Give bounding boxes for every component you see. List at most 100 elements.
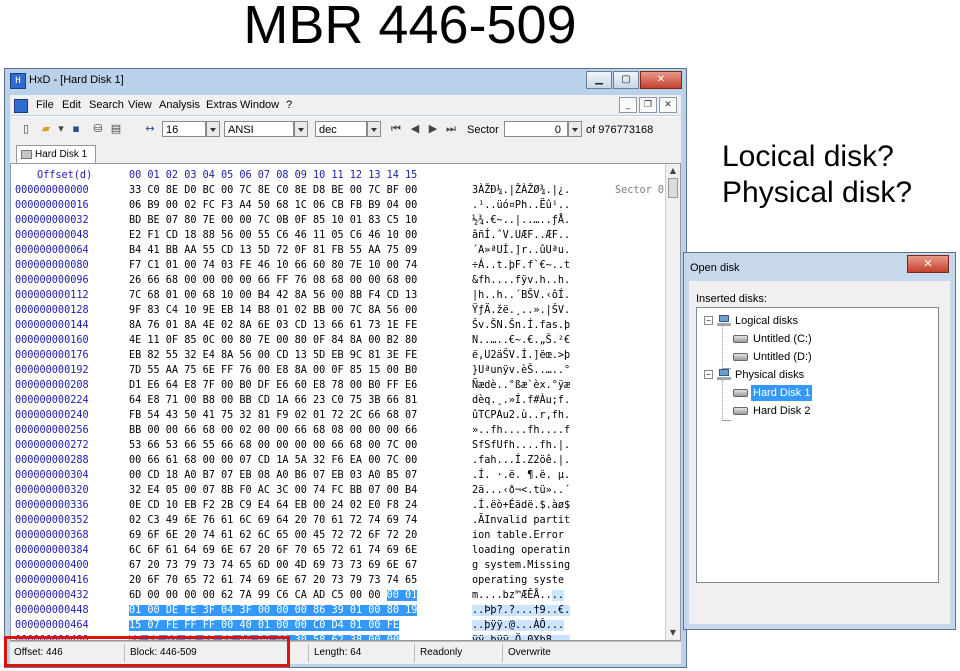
dialog-titlebar[interactable]: Open disk ✕ <box>684 253 955 281</box>
row-text[interactable]: &fh....fÿv.h..h. <box>472 273 570 288</box>
menu-search[interactable]: Search <box>89 99 124 111</box>
row-text[interactable]: SfSfUfh....fh.|. <box>472 438 570 453</box>
last-sector-icon[interactable]: ⏭ <box>443 121 459 137</box>
status-readonly[interactable]: Readonly <box>420 647 462 658</box>
document-icon[interactable] <box>14 99 28 113</box>
bytes-per-row-dropdown[interactable] <box>206 121 220 137</box>
mdi-minimize-button[interactable]: _ <box>619 97 637 113</box>
row-hex-bytes[interactable]: 01 00 DE FE 3F 04 3F 00 00 00 86 39 01 0… <box>129 603 461 618</box>
row-text[interactable]: .Í. ·.ë. ¶.ë. µ. <box>472 468 570 483</box>
row-text[interactable]: Ñædè..°ßæ`èx.°ÿæ <box>472 378 570 393</box>
row-text[interactable]: ion table.Error <box>472 528 564 543</box>
tab-hard-disk-1[interactable]: Hard Disk 1 <box>16 145 96 163</box>
row-text[interactable]: Šv.ŠN.Šn.Í.fas.þ <box>472 318 570 333</box>
row-hex-bytes[interactable]: 00 CD 18 A0 B7 07 EB 08 A0 B6 07 EB 03 A… <box>129 468 461 483</box>
row-text[interactable]: loading operatin <box>472 543 570 558</box>
row-hex-bytes[interactable]: 0E CD 10 EB F2 2B C9 E4 64 EB 00 24 02 E… <box>129 498 461 513</box>
menu-help[interactable]: ? <box>286 99 292 111</box>
next-sector-icon[interactable]: ▶ <box>425 121 441 137</box>
hex-editor[interactable]: Offset(d) 00 01 02 03 04 05 06 07 08 09 … <box>10 163 681 641</box>
row-hex-bytes[interactable]: 9F 83 C4 10 9E EB 14 B8 01 02 BB 00 7C 8… <box>129 303 461 318</box>
scroll-down-icon[interactable]: ▼ <box>666 626 680 640</box>
collapse-icon[interactable]: − <box>704 370 713 379</box>
save-icon[interactable]: ▪ <box>68 121 84 137</box>
sector-field[interactable]: 0 <box>504 121 568 137</box>
scroll-up-icon[interactable]: ▲ <box>666 164 680 178</box>
menu-analysis[interactable]: Analysis <box>159 99 200 111</box>
row-text[interactable]: .fah...Í.Z2öê.|. <box>472 453 570 468</box>
row-text[interactable]: »..fh....fh....f <box>472 423 570 438</box>
close-button[interactable]: ✕ <box>640 71 682 89</box>
row-text[interactable]: ´A»ªUÍ.]r..ûUªu. <box>472 243 570 258</box>
row-hex-bytes[interactable]: 64 E8 71 00 B8 00 BB CD 1A 66 23 C0 75 3… <box>129 393 461 408</box>
menu-extras[interactable]: Extras <box>206 99 237 111</box>
row-text[interactable]: ..þÿÿ.@...ÀÔ... <box>472 618 565 633</box>
mdi-restore-button[interactable]: ❐ <box>639 97 657 113</box>
dialog-close-button[interactable]: ✕ <box>907 255 949 273</box>
row-hex-bytes[interactable]: 69 6F 6E 20 74 61 62 6C 65 00 45 72 72 6… <box>129 528 461 543</box>
row-hex-bytes[interactable]: 26 66 68 00 00 00 00 66 FF 76 08 68 00 0… <box>129 273 461 288</box>
row-text[interactable]: g system.Missing <box>472 558 570 573</box>
row-hex-bytes[interactable]: D1 E6 64 E8 7F 00 B0 DF E6 60 E8 78 00 B… <box>129 378 461 393</box>
row-hex-bytes[interactable]: 32 E4 05 00 07 8B F0 AC 3C 00 74 FC BB 0… <box>129 483 461 498</box>
row-hex-bytes[interactable]: BD BE 07 80 7E 00 00 7C 0B 0F 85 10 01 8… <box>129 213 461 228</box>
open-disk-icon[interactable]: ⛁ <box>90 121 106 137</box>
first-sector-icon[interactable]: ⏮ <box>388 121 404 137</box>
window-titlebar[interactable]: H HxD - [Hard Disk 1] ▁ ▢ ✕ <box>5 69 686 93</box>
vertical-scrollbar[interactable]: ▲ ▼ <box>665 164 680 640</box>
row-text[interactable]: ŸƒÄ.žë.¸..».|ŠV. <box>472 303 570 318</box>
row-text[interactable]: m....bz™ÆÊ­Å.... <box>472 588 565 603</box>
menu-edit[interactable]: Edit <box>62 99 81 111</box>
row-text[interactable]: .¹..üó¤Ph..Ëû¹.. <box>472 198 570 213</box>
offset-base-select[interactable]: dec <box>315 121 367 137</box>
row-hex-bytes[interactable]: 7C 68 01 00 68 10 00 B4 42 8A 56 00 8B F… <box>129 288 461 303</box>
row-hex-bytes[interactable]: 8A 76 01 8A 4E 02 8A 6E 03 CD 13 66 61 7… <box>129 318 461 333</box>
scroll-thumb[interactable] <box>668 178 678 198</box>
row-hex-bytes[interactable]: 53 66 53 66 55 66 68 00 00 00 00 66 68 0… <box>129 438 461 453</box>
row-hex-bytes[interactable]: FB 54 43 50 41 75 32 81 F9 02 01 72 2C 6… <box>129 408 461 423</box>
row-text[interactable]: }Uªunÿv.èŠ..…..° <box>472 363 570 378</box>
open-dropdown-icon[interactable]: ▾ <box>56 121 66 137</box>
charset-select[interactable]: ANSI <box>224 121 294 137</box>
menu-view[interactable]: View <box>128 99 152 111</box>
row-hex-bytes[interactable]: 7D 55 AA 75 6E FF 76 00 E8 8A 00 0F 85 1… <box>129 363 461 378</box>
charset-dropdown[interactable] <box>294 121 308 137</box>
row-hex-bytes[interactable]: 6D 00 00 00 00 62 7A 99 C6 CA AD C5 00 0… <box>129 588 461 603</box>
row-text[interactable]: dèq.¸.»Í.f#Àu;f. <box>472 393 570 408</box>
open-ram-icon[interactable]: ▤ <box>108 121 124 137</box>
row-hex-bytes[interactable]: B4 41 BB AA 55 CD 13 5D 72 0F 81 FB 55 A… <box>129 243 461 258</box>
row-hex-bytes[interactable]: 33 C0 8E D0 BC 00 7C 8E C0 8E D8 BE 00 7… <box>129 183 461 198</box>
previous-sector-icon[interactable]: ◀ <box>407 121 423 137</box>
row-text[interactable]: .ÃInvalid partit <box>472 513 570 528</box>
row-text[interactable]: operating syste <box>472 573 564 588</box>
row-text[interactable]: ûTCPAu2.ù..r,fh. <box>472 408 570 423</box>
row-text[interactable]: 2ä...‹ð¬<.tü»..´ <box>472 483 570 498</box>
row-text[interactable]: |h..h..´BŠV.‹ôÍ. <box>472 288 570 303</box>
row-hex-bytes[interactable]: 20 6F 70 65 72 61 74 69 6E 67 20 73 79 7… <box>129 573 461 588</box>
row-text[interactable]: ½¾.€~..|..…..ƒÅ. <box>472 213 570 228</box>
open-folder-icon[interactable]: ▰ <box>38 121 54 137</box>
menu-file[interactable]: File <box>36 99 54 111</box>
row-text[interactable]: ÷Á..t.þF.f`€~..t <box>472 258 570 273</box>
row-text[interactable]: .Í.ëò+Éädë.$.àø$ <box>472 498 570 513</box>
row-text[interactable]: ..Þþ?.?...†9..€. <box>472 603 571 618</box>
menu-window[interactable]: Window <box>240 99 279 111</box>
maximize-button[interactable]: ▢ <box>613 71 639 89</box>
row-hex-bytes[interactable]: 02 C3 49 6E 76 61 6C 69 64 20 70 61 72 7… <box>129 513 461 528</box>
row-text[interactable]: ë‚U2äŠV.Í.]ëœ.>þ <box>472 348 570 363</box>
row-hex-bytes[interactable]: F7 C1 01 00 74 03 FE 46 10 66 60 80 7E 1… <box>129 258 461 273</box>
row-text[interactable]: N..…..€~.€.„Š.²€ <box>472 333 570 348</box>
bytes-per-row-field[interactable]: 16 <box>162 121 206 137</box>
row-hex-bytes[interactable]: E2 F1 CD 18 88 56 00 55 C6 46 11 05 C6 4… <box>129 228 461 243</box>
sector-spin[interactable] <box>568 121 582 137</box>
row-text[interactable]: âñÍ.ˆV.UÆF..ÆF.. <box>472 228 570 243</box>
row-hex-bytes[interactable]: 67 20 73 79 73 74 65 6D 00 4D 69 73 73 6… <box>129 558 461 573</box>
row-hex-bytes[interactable]: 00 66 61 68 00 00 07 CD 1A 5A 32 F6 EA 0… <box>129 453 461 468</box>
row-hex-bytes[interactable]: EB 82 55 32 E4 8A 56 00 CD 13 5D EB 9C 8… <box>129 348 461 363</box>
row-hex-bytes[interactable]: BB 00 00 66 68 00 02 00 00 66 68 08 00 0… <box>129 423 461 438</box>
minimize-button[interactable]: ▁ <box>586 71 612 89</box>
row-text[interactable]: 3ÀŽÐ¼.|ŽÀŽØ¾.|¿. <box>472 183 570 198</box>
status-overwrite[interactable]: Overwrite <box>508 647 551 658</box>
row-text[interactable]: ÿÿ.þÿÿ.Ö.0Xb8... <box>472 633 571 640</box>
row-hex-bytes[interactable]: 06 B9 00 02 FC F3 A4 50 68 1C 06 CB FB B… <box>129 198 461 213</box>
